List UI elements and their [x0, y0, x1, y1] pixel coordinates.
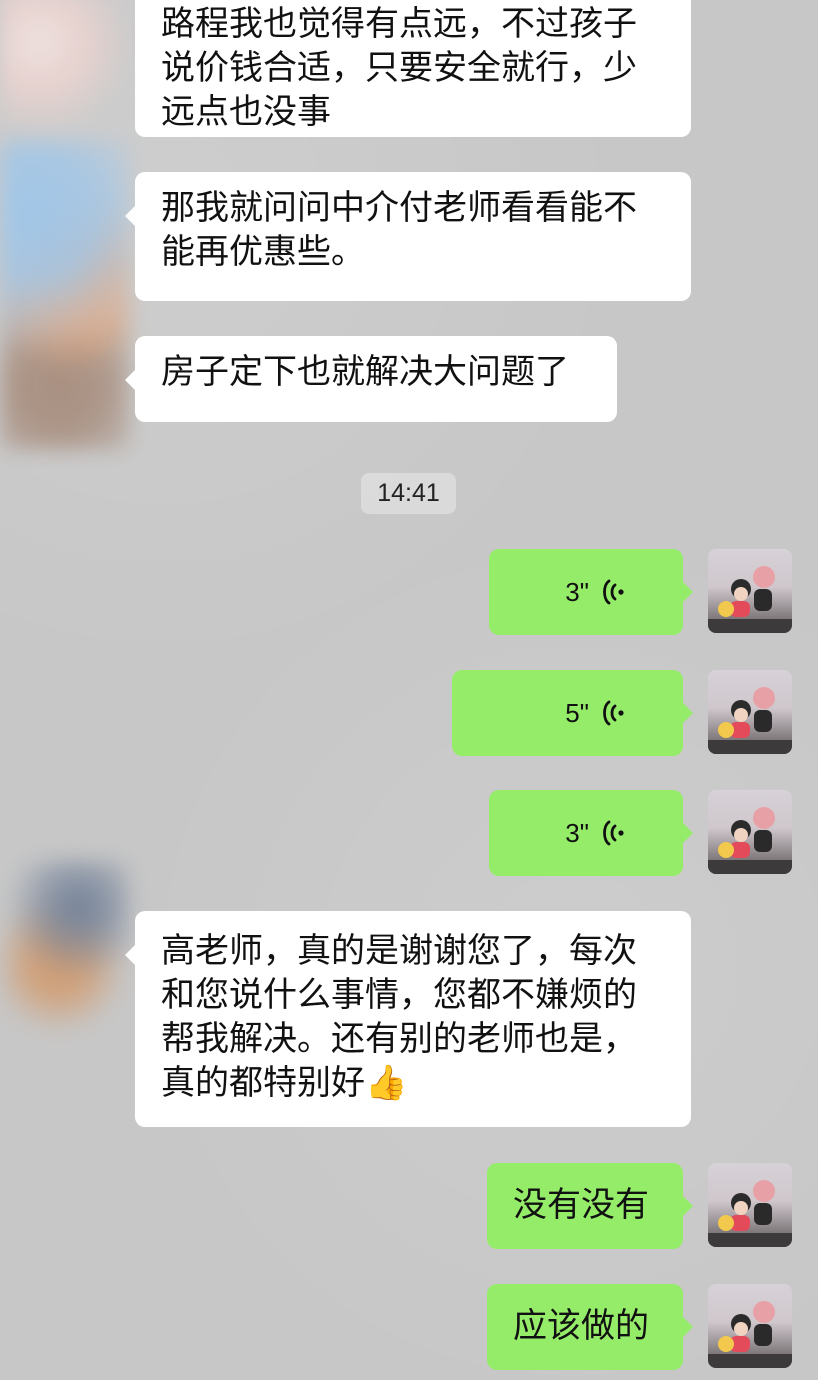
- incoming-message[interactable]: 那我就问问中介付老师看看能不 能再优惠些。: [125, 172, 691, 301]
- voice-message[interactable]: 3": [489, 549, 693, 635]
- incoming-message[interactable]: 房子定下也就解决大问题了: [125, 336, 617, 422]
- incoming-message[interactable]: 高老师，真的是谢谢您了，每次 和您说什么事情，您都不嫌烦的 帮我解决。还有别的老…: [125, 911, 691, 1127]
- voice-wave-icon: [599, 816, 627, 850]
- message-text: 那我就问问中介付老师看看能不 能再优惠些。: [161, 188, 637, 272]
- voice-message[interactable]: 5": [452, 670, 693, 756]
- outgoing-message[interactable]: 没有没有: [487, 1163, 693, 1249]
- contact-avatar[interactable]: [0, 140, 130, 450]
- outgoing-message[interactable]: 应该做的: [487, 1284, 693, 1370]
- my-avatar[interactable]: [708, 670, 792, 754]
- voice-content: 5": [565, 670, 627, 756]
- voice-duration: 3": [565, 576, 589, 607]
- time-separator: 14:41: [361, 473, 456, 514]
- message-text: 路程我也觉得有点远，不过孩子 说价钱合适，只要安全就行，少 远点也没事: [161, 4, 637, 132]
- timestamp: 14:41: [377, 479, 440, 507]
- my-avatar[interactable]: [708, 1284, 792, 1368]
- my-avatar[interactable]: [708, 1163, 792, 1247]
- incoming-message[interactable]: 路程我也觉得有点远，不过孩子 说价钱合适，只要安全就行，少 远点也没事: [135, 0, 691, 137]
- voice-duration: 5": [565, 697, 589, 728]
- my-avatar[interactable]: [708, 549, 792, 633]
- voice-content: 3": [565, 549, 627, 635]
- contact-avatar[interactable]: [0, 0, 130, 140]
- message-text: 没有没有: [513, 1185, 649, 1225]
- contact-avatar[interactable]: [0, 860, 130, 1050]
- voice-wave-icon: [599, 696, 627, 730]
- voice-duration: 3": [565, 817, 589, 848]
- my-avatar[interactable]: [708, 790, 792, 874]
- chat-area: 路程我也觉得有点远，不过孩子 说价钱合适，只要安全就行，少 远点也没事 那我就问…: [0, 0, 818, 1380]
- voice-wave-icon: [599, 575, 627, 609]
- message-text: 房子定下也就解决大问题了: [161, 352, 569, 392]
- voice-content: 3": [565, 790, 627, 876]
- message-text: 应该做的: [513, 1306, 649, 1346]
- message-text: 高老师，真的是谢谢您了，每次 和您说什么事情，您都不嫌烦的 帮我解决。还有别的老…: [161, 931, 637, 1103]
- voice-message[interactable]: 3": [489, 790, 693, 876]
